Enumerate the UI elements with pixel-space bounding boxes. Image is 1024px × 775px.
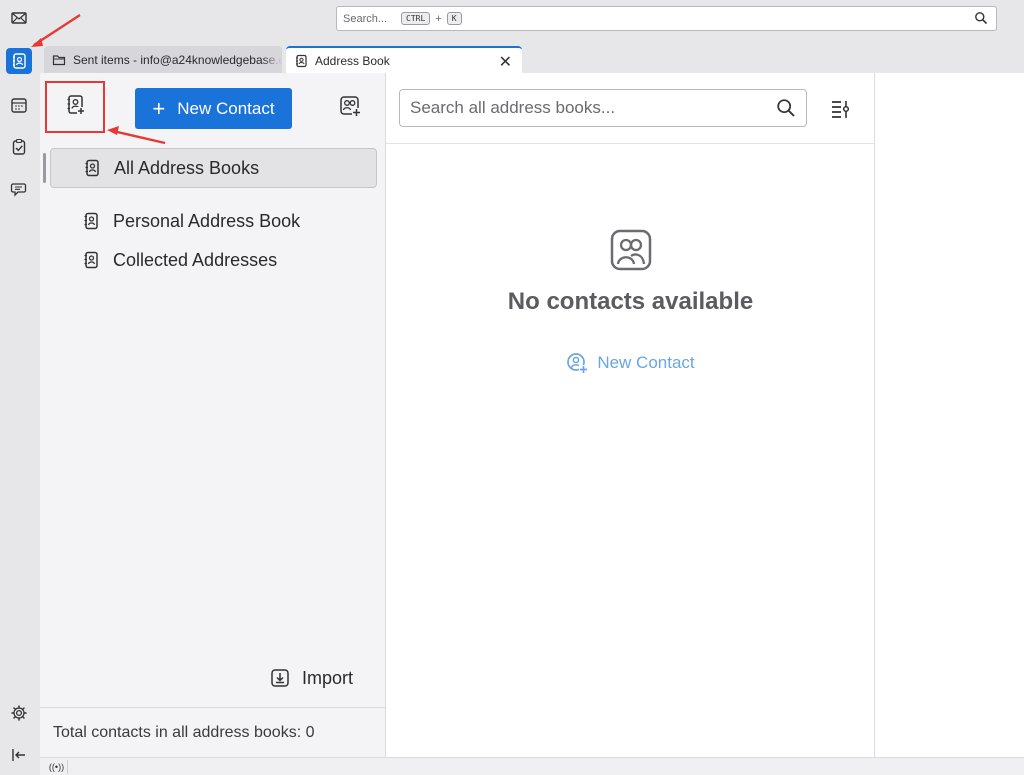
status-bar: ((•)) [40, 757, 1024, 775]
titlebar: Search... CTRL + K [40, 0, 1024, 42]
contacts-list-pane: Search all address books... No contacts … [386, 73, 875, 757]
tasks-icon [12, 138, 26, 155]
search-placeholder: Search all address books... [410, 98, 616, 117]
ab-item-label: Personal Address Book [113, 210, 301, 231]
contacts-list-header: Search all address books... [386, 73, 875, 144]
tab-label: Address Book [315, 53, 390, 68]
ab-item-label: Collected Addresses [113, 249, 278, 270]
search-icon[interactable] [974, 11, 988, 25]
new-address-book-button[interactable] [61, 91, 89, 119]
new-address-book-icon [67, 95, 85, 115]
address-book-icon [85, 159, 99, 176]
total-contacts-footer: Total contacts in all address books: 0 [40, 707, 386, 757]
ab-item-all[interactable]: All Address Books [50, 148, 377, 188]
empty-state-title: No contacts available [507, 288, 754, 315]
gear-icon [11, 705, 27, 721]
chat-space-button[interactable] [6, 176, 32, 202]
ab-item-label: All Address Books [114, 157, 260, 178]
tab-label: Sent items - info@a24knowledgebase.c [73, 52, 282, 67]
address-book-icon [84, 212, 98, 229]
calendar-space-button[interactable] [6, 92, 32, 118]
tab-sent-items[interactable]: Sent items - info@a24knowledgebase.c [44, 46, 282, 73]
calendar-icon [11, 98, 27, 113]
new-contact-icon [567, 353, 589, 374]
total-contacts-text: Total contacts in all address books: 0 [53, 723, 315, 741]
collapse-arrow-icon [12, 749, 25, 761]
shortcut-key-k: K [446, 12, 462, 25]
import-icon [271, 669, 289, 687]
new-mailing-list-button[interactable] [337, 93, 363, 119]
spaces-toolbar [0, 0, 40, 775]
folder-icon [52, 54, 66, 65]
empty-state-new-contact-link[interactable]: New Contact [566, 352, 695, 374]
address-book-icon [13, 53, 26, 69]
import-label: Import [302, 667, 354, 688]
empty-state: No contacts available New Contact [386, 228, 875, 379]
list-display-options-icon[interactable] [829, 98, 851, 120]
address-book-space-button[interactable] [6, 48, 32, 74]
new-list-icon [340, 96, 361, 117]
ab-item-collected[interactable]: Collected Addresses [50, 240, 377, 280]
address-book-search-input[interactable]: Search all address books... [399, 89, 807, 127]
new-contact-button[interactable]: + New Contact [135, 88, 292, 129]
shortcut-plus: + [435, 12, 442, 25]
tasks-space-button[interactable] [6, 134, 32, 160]
plus-icon: + [152, 95, 166, 121]
online-status-icon[interactable]: ((•)) [46, 760, 68, 774]
chat-icon [10, 183, 27, 197]
address-book-sidebar: + New Contact All Address Books Personal… [40, 73, 386, 757]
global-search-placeholder: Search... [343, 12, 388, 25]
close-tab-button[interactable]: ✕ [499, 52, 512, 72]
sidebar-splitter-grip[interactable] [43, 153, 46, 183]
envelope-icon [11, 12, 27, 24]
search-icon [777, 99, 795, 117]
tab-strip: Sent items - info@a24knowledgebase.c Add… [40, 42, 1024, 73]
new-contact-link-label: New Contact [597, 353, 695, 372]
collapse-spaces-button[interactable] [6, 742, 32, 768]
address-book-icon [84, 251, 98, 268]
mail-space-button[interactable] [6, 5, 32, 31]
address-book-icon [296, 54, 307, 67]
global-search-bar[interactable]: Search... CTRL + K [336, 6, 997, 31]
shortcut-key-ctrl: CTRL [401, 12, 431, 25]
ab-item-personal[interactable]: Personal Address Book [50, 201, 377, 241]
tab-address-book[interactable]: Address Book ✕ [286, 46, 522, 73]
contact-detail-pane [876, 73, 1024, 757]
settings-button[interactable] [6, 700, 32, 726]
new-contact-label: New Contact [177, 98, 275, 118]
contacts-empty-icon [610, 229, 651, 271]
import-button[interactable]: Import [270, 664, 353, 692]
